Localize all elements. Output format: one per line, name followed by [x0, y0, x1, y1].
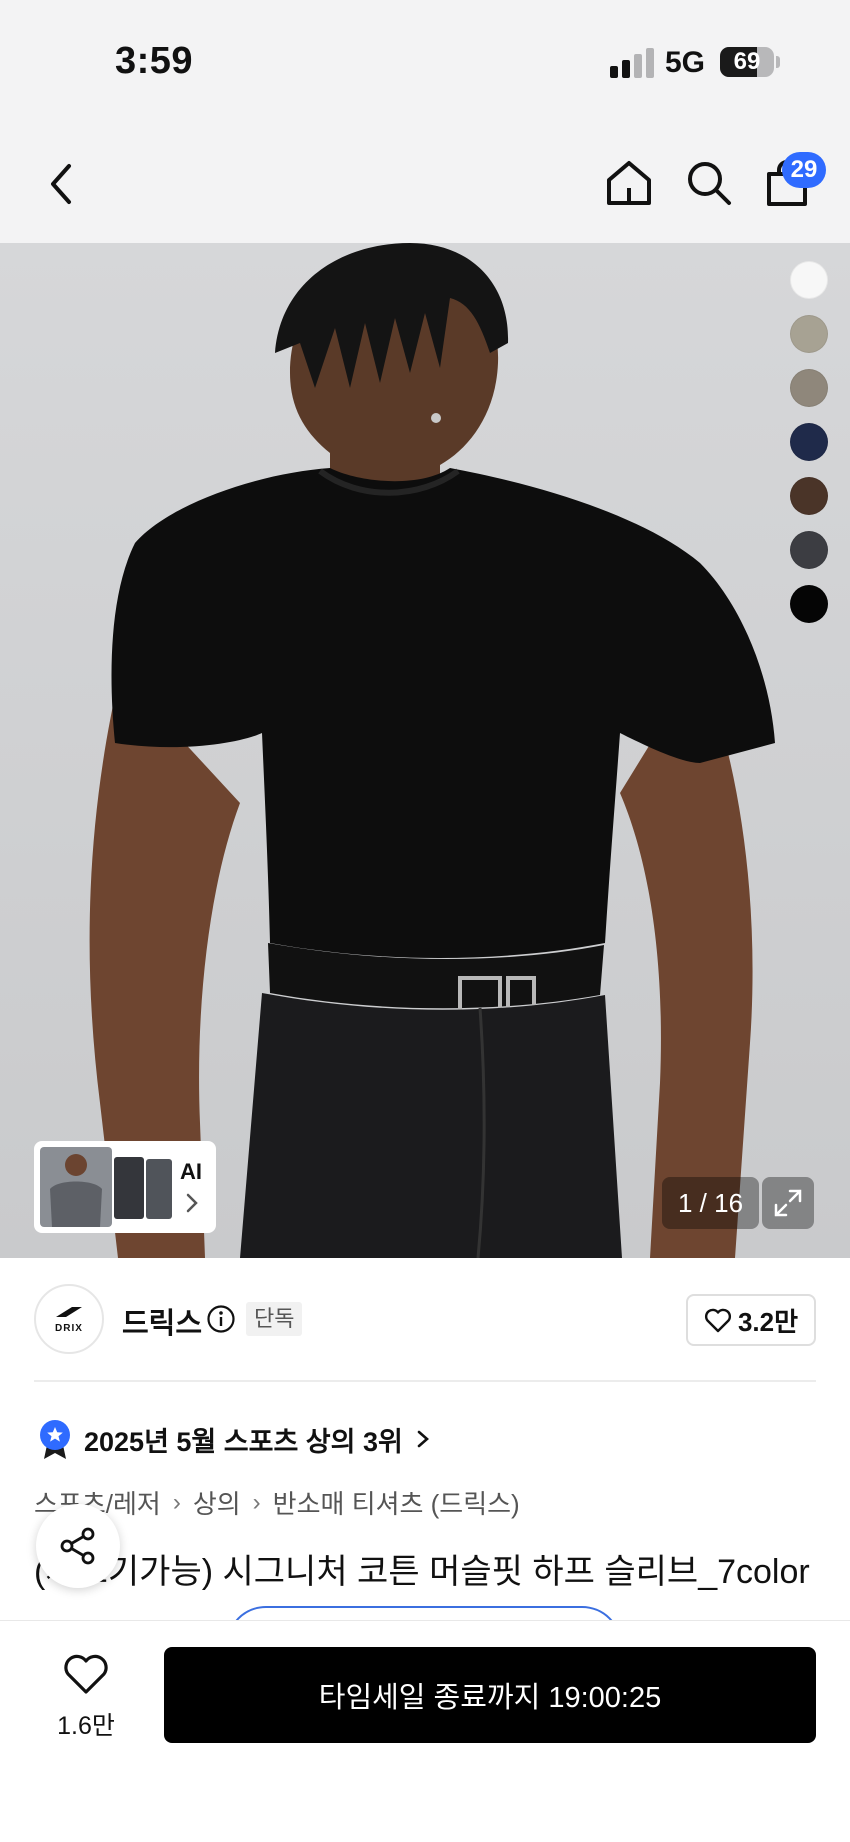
chevron-left-icon [51, 164, 71, 204]
bottom-action-bar: 1.6만 타임세일 종료까지 19:00:25 [0, 1620, 850, 1842]
ai-thumbnail [114, 1157, 144, 1219]
battery-level: 69 [733, 48, 761, 75]
wishlist-button[interactable]: 1.6만 [44, 1653, 128, 1742]
status-time: 3:59 [115, 40, 194, 82]
ranking-link[interactable]: 2025년 5월 스포츠 상의 3위 [38, 1418, 431, 1460]
search-icon [688, 162, 731, 205]
color-swatch[interactable] [790, 585, 828, 623]
ranking-text: 2025년 5월 스포츠 상의 3위 [84, 1426, 403, 1457]
signal-icon [610, 48, 654, 78]
buy-button[interactable]: 타임세일 종료까지 19:00:25 [164, 1647, 816, 1743]
exclusive-badge: 단독 [246, 1302, 303, 1336]
color-swatch[interactable] [790, 477, 828, 515]
network-type: 5G [665, 46, 706, 79]
ai-thumbnail [40, 1147, 112, 1227]
image-page-counter: 1 / 16 [662, 1177, 760, 1229]
fullscreen-button[interactable] [762, 1177, 814, 1229]
color-swatch[interactable] [790, 315, 828, 353]
back-button[interactable] [36, 158, 88, 210]
share-icon [60, 1527, 95, 1565]
cart-count-badge: 29 [782, 152, 826, 188]
breadcrumb-item[interactable]: 반소매 티셔츠 (드릭스) [273, 1484, 520, 1521]
brand-like-button[interactable]: 3.2만 [686, 1294, 816, 1346]
ranking-badge-icon [40, 1420, 70, 1459]
battery-icon: 69 [720, 47, 774, 77]
color-swatch[interactable] [790, 531, 828, 569]
divider [34, 1380, 816, 1382]
brand-name[interactable]: 드릭스 [122, 1300, 202, 1342]
breadcrumb-separator-icon: › [172, 1488, 181, 1516]
home-icon [607, 161, 651, 205]
chevron-right-icon [186, 1193, 198, 1213]
battery-tip [776, 56, 780, 68]
ai-label: AI [180, 1159, 202, 1184]
heart-icon [64, 1654, 108, 1694]
wishlist-count: 1.6만 [57, 1712, 115, 1740]
breadcrumb-separator-icon: › [252, 1488, 261, 1516]
expand-icon [774, 1189, 802, 1217]
share-button[interactable] [36, 1504, 120, 1588]
info-icon[interactable] [206, 1304, 236, 1334]
color-swatch[interactable] [790, 423, 828, 461]
brand-logo-mark [56, 1306, 82, 1317]
brand-row: DRIX 드릭스 단독 3.2만 [34, 1284, 816, 1354]
product-image[interactable]: AI 1 / 16 [0, 243, 850, 1258]
color-swatch[interactable] [790, 261, 828, 299]
home-button[interactable] [600, 154, 658, 212]
color-swatch[interactable] [790, 369, 828, 407]
brand-logo-text: DRIX [55, 1322, 83, 1334]
ai-fitting-card[interactable]: AI [34, 1141, 216, 1233]
chevron-right-icon [417, 1430, 429, 1448]
brand-logo[interactable]: DRIX [34, 1284, 104, 1354]
color-swatches [790, 261, 830, 639]
top-bar: 3:59 5G 69 29 [0, 0, 850, 243]
search-button[interactable] [680, 154, 738, 212]
ai-thumbnail [146, 1159, 172, 1219]
product-title: (세트기가능) 시그니처 코튼 머슬핏 하프 슬리브_7color [34, 1553, 810, 1591]
heart-icon [704, 1308, 731, 1333]
breadcrumb-item[interactable]: 상의 [193, 1484, 241, 1521]
model-photo [89, 243, 775, 1258]
brand-like-count: 3.2만 [737, 1306, 799, 1337]
